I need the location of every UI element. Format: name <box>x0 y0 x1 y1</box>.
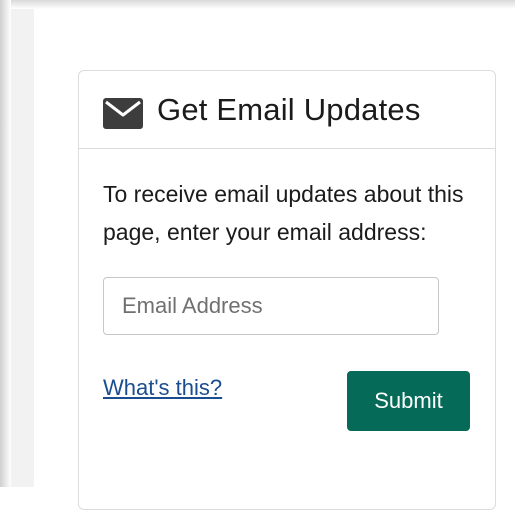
left-gutter <box>11 9 34 487</box>
submit-button[interactable]: Submit <box>347 371 470 431</box>
card-title: Get Email Updates <box>157 91 421 127</box>
whats-this-link[interactable]: What's this? <box>103 375 222 401</box>
email-address-input[interactable] <box>103 277 439 335</box>
card-header: Get Email Updates <box>79 71 495 149</box>
email-updates-card: Get Email Updates To receive email updat… <box>78 70 496 510</box>
form-actions: What's this? Submit <box>103 371 471 441</box>
page: Get Email Updates To receive email updat… <box>0 0 515 510</box>
window-top-edge <box>0 0 515 9</box>
intro-text: To receive email updates about this page… <box>103 181 464 245</box>
card-body: To receive email updates about this page… <box>79 149 495 441</box>
window-left-edge <box>0 0 11 487</box>
envelope-icon <box>103 98 143 129</box>
